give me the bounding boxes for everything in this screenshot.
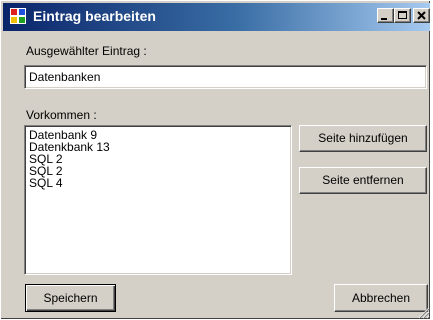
maximize-button[interactable] [394, 8, 411, 23]
window-title: Eintrag bearbeiten [33, 8, 156, 24]
maximize-icon [398, 11, 407, 19]
minimize-button[interactable] [377, 8, 394, 23]
add-page-button[interactable]: Seite hinzufügen [299, 125, 427, 152]
app-window-icon [10, 8, 26, 24]
cancel-button[interactable]: Abbrechen [334, 284, 428, 312]
selected-entry-label: Ausgewählter Eintrag : [26, 44, 147, 58]
close-icon [417, 11, 426, 20]
title-bar[interactable]: Eintrag bearbeiten [3, 3, 430, 31]
list-item[interactable]: SQL 2 [29, 165, 287, 177]
list-item[interactable]: SQL 2 [29, 153, 287, 165]
occurrences-label: Vorkommen : [26, 108, 97, 122]
selected-entry-input[interactable] [24, 65, 427, 89]
remove-page-button[interactable]: Seite entfernen [299, 167, 427, 194]
list-item[interactable]: SQL 4 [29, 177, 287, 189]
resize-grip-icon[interactable] [416, 305, 430, 319]
close-button[interactable] [413, 8, 430, 23]
edit-entry-dialog: Eintrag bearbeiten Ausgewählter Eintrag … [0, 0, 431, 320]
list-item[interactable]: Datenkbank 13 [29, 141, 287, 153]
save-button[interactable]: Speichern [25, 284, 116, 312]
occurrences-list[interactable]: Datenbank 9 Datenkbank 13 SQL 2 SQL 2 SQ… [24, 125, 292, 275]
minimize-icon [381, 18, 387, 20]
